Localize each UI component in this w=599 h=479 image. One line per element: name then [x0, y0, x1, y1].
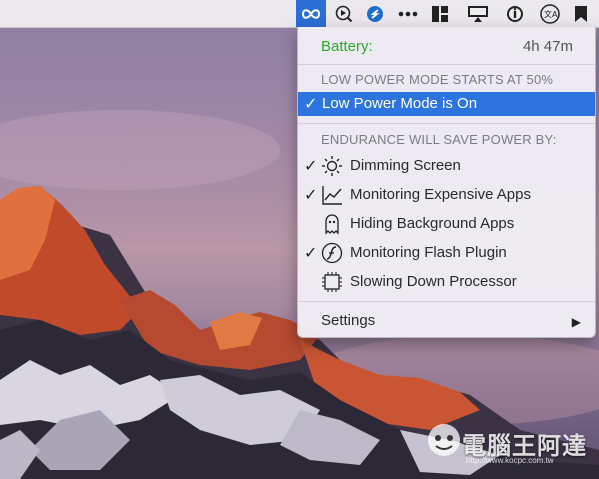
info-i-icon[interactable]: [502, 0, 528, 27]
endurance-infinity-icon[interactable]: [296, 0, 326, 27]
flash-plugin-icon: [321, 242, 343, 264]
bookmark-icon[interactable]: [570, 0, 592, 27]
menu-separator: [298, 64, 595, 65]
ghost-icon: [325, 214, 339, 235]
menu-item-slowing-down-processor[interactable]: Slowing Down Processor: [298, 268, 595, 295]
svg-text:文A: 文A: [544, 9, 558, 19]
checkmark-icon: ✓: [304, 245, 318, 262]
menu-separator: [298, 301, 595, 302]
low-power-mode-label: Low Power Mode is On: [322, 95, 478, 112]
settings-label: Settings: [321, 312, 376, 329]
endurance-menu: Battery: 4h 47m LOW POWER MODE STARTS AT…: [297, 27, 596, 338]
shortcut-s-icon[interactable]: [362, 0, 388, 27]
translate-icon[interactable]: 文A: [537, 0, 563, 27]
submenu-arrow-icon: ▶: [571, 315, 581, 329]
menu-item-hiding-background-apps[interactable]: Hiding Background Apps: [298, 210, 595, 237]
menu-item-label: Monitoring Expensive Apps: [350, 186, 531, 203]
checkmark-icon: ✓: [304, 96, 318, 113]
menu-separator: [298, 123, 595, 124]
endurance-heading: ENDURANCE WILL SAVE POWER BY:: [321, 132, 557, 147]
more-dots-icon[interactable]: [395, 0, 421, 27]
menu-item-label: Dimming Screen: [350, 157, 461, 174]
battery-row: Battery: 4h 47m: [298, 36, 595, 58]
checkmark-icon: ✓: [304, 158, 318, 175]
battery-label: Battery:: [321, 38, 373, 55]
checkmark-icon: ✓: [304, 187, 318, 204]
menu-item-monitoring-expensive-apps[interactable]: ✓ Monitoring Expensive Apps: [298, 181, 595, 208]
battery-time-remaining: 4h 47m: [522, 38, 573, 55]
low-power-heading: LOW POWER MODE STARTS AT 50%: [321, 72, 554, 87]
menu-item-label: Hiding Background Apps: [350, 215, 515, 232]
menu-item-monitoring-flash-plugin[interactable]: ✓ Monitoring Flash Plugin: [298, 239, 595, 266]
menu-item-label: Slowing Down Processor: [350, 273, 517, 290]
cpu-chip-icon: [322, 272, 342, 292]
sun-icon: [322, 156, 342, 176]
menu-item-settings[interactable]: Settings ▶: [298, 307, 595, 333]
menu-bar: 文A: [0, 0, 599, 28]
menu-item-dimming-screen[interactable]: ✓ Dimming Screen: [298, 152, 595, 179]
display-sync-icon[interactable]: [464, 0, 492, 27]
low-power-mode-item[interactable]: ✓ Low Power Mode is On: [298, 92, 595, 116]
watermark-url: http://www.kocpc.com.tw: [466, 456, 554, 465]
chart-line-icon: [322, 186, 342, 205]
layout-grid-icon[interactable]: [428, 0, 452, 27]
menu-item-label: Monitoring Flash Plugin: [350, 244, 507, 261]
play-search-icon[interactable]: [331, 0, 357, 27]
